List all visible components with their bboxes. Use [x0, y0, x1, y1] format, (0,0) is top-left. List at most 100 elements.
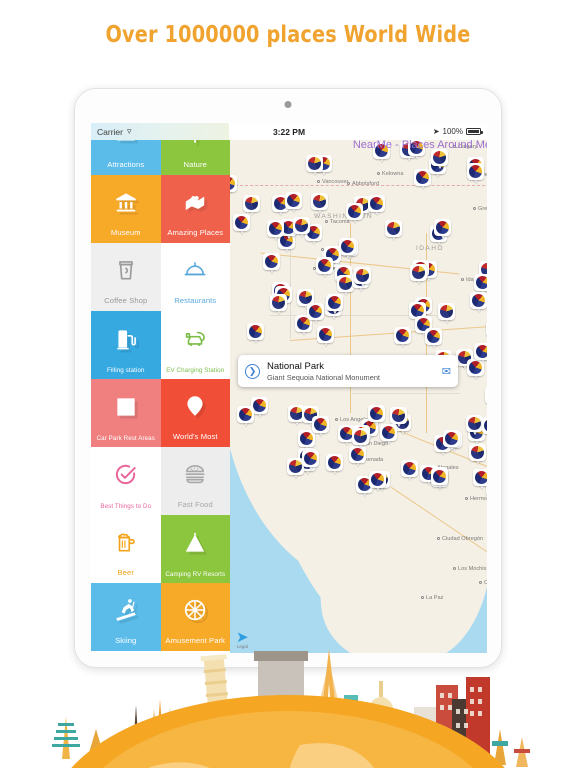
- map-pin-marker[interactable]: [243, 195, 260, 216]
- map-pin-marker[interactable]: [247, 323, 264, 344]
- map-pin-marker[interactable]: [443, 430, 460, 451]
- status-bar-time: 3:22 PM: [272, 126, 306, 137]
- map-city-dot: [437, 537, 440, 540]
- category-tile-camping-rv-resorts[interactable]: Camping RV Resorts: [160, 515, 230, 583]
- map-landmass-mexico: [310, 447, 487, 653]
- map-pin-marker[interactable]: [316, 257, 333, 278]
- map-pin-marker[interactable]: [425, 328, 442, 349]
- map-pin-marker[interactable]: [354, 267, 371, 288]
- map-pin-marker[interactable]: [482, 417, 487, 438]
- map-pin-marker[interactable]: [311, 193, 328, 214]
- map-pin-marker[interactable]: [307, 303, 324, 324]
- map-pin-marker[interactable]: [326, 454, 343, 475]
- map-pin-marker[interactable]: [285, 192, 302, 213]
- map-pin-marker[interactable]: [434, 219, 451, 240]
- map-city-dot: [473, 207, 476, 210]
- map-callout[interactable]: ❯ National Park Giant Sequoia National M…: [238, 355, 458, 387]
- category-tile-best-things-to-do[interactable]: Best Things to Do: [91, 447, 161, 515]
- map-pin-marker[interactable]: [267, 220, 284, 241]
- map-pin-marker[interactable]: [346, 203, 363, 224]
- map-pin-marker[interactable]: [394, 327, 411, 348]
- map-pin-marker[interactable]: [380, 424, 397, 445]
- tile-icon-wrap: [91, 175, 161, 229]
- map-pin-marker[interactable]: [352, 428, 369, 449]
- category-tile-coffee-shop[interactable]: Coffee Shop: [91, 243, 161, 311]
- map-pin-marker[interactable]: [466, 415, 483, 436]
- map-pin-marker[interactable]: [401, 460, 418, 481]
- tile-label: Skiing: [115, 636, 137, 646]
- fuel-pump-icon: [117, 330, 136, 350]
- map-pin-marker[interactable]: [293, 217, 310, 238]
- map-legal-control[interactable]: ➤ Legal: [236, 630, 249, 649]
- map-pin-marker[interactable]: [486, 320, 487, 341]
- category-panel[interactable]: Attractions Nature Museum Amazing Places Cof…: [91, 123, 230, 653]
- map-pin-marker[interactable]: [237, 406, 254, 427]
- map-pin-marker[interactable]: [469, 444, 486, 465]
- app-title: NearMe - Places Around Me: [352, 139, 487, 151]
- tile-label: Fast Food: [177, 500, 213, 510]
- map-view[interactable]: CalgaryKelownaMedicine HatVancouverAbbot…: [230, 123, 487, 653]
- beer-mug-icon: [117, 533, 135, 552]
- map-pin-marker[interactable]: [233, 214, 250, 235]
- map-pin-marker[interactable]: [473, 469, 487, 490]
- map-city-label: Culiacán: [484, 580, 487, 586]
- navigation-arrow-icon[interactable]: ➤: [236, 630, 249, 645]
- map-pin-marker[interactable]: [431, 468, 448, 489]
- map-pin-marker[interactable]: [230, 175, 237, 196]
- category-tile-ev-charging-station[interactable]: EV Charging Station: [160, 311, 230, 379]
- category-tile-amazing-places[interactable]: Amazing Places: [160, 175, 230, 243]
- tile-label: World's Most: [172, 432, 218, 442]
- map-city-label: Los Mochis: [458, 566, 487, 572]
- tile-label: Restaurants: [174, 296, 217, 306]
- map-pin-marker[interactable]: [312, 416, 329, 437]
- map-pin-marker[interactable]: [470, 292, 487, 313]
- star-pin-icon: [187, 396, 203, 416]
- tile-label: Camping RV Resorts: [165, 570, 226, 578]
- tile-label: Amusement Park: [165, 636, 226, 646]
- map-pin-marker[interactable]: [270, 294, 287, 315]
- chevron-right-circle-icon[interactable]: ❯: [245, 363, 260, 379]
- category-tile-world-s-most[interactable]: World's Most: [160, 379, 230, 447]
- tile-icon-wrap: [91, 447, 161, 503]
- tile-label: Attractions: [107, 160, 145, 170]
- electric-car-icon: [185, 331, 206, 346]
- map-pin-marker[interactable]: [467, 163, 484, 184]
- category-tile-fast-food[interactable]: Fast Food: [160, 447, 230, 515]
- map-pin-marker[interactable]: [474, 343, 487, 364]
- map-pin-marker[interactable]: [438, 303, 455, 324]
- burger-icon: [185, 465, 205, 484]
- category-tile-grid[interactable]: Attractions Nature Museum Amazing Places Cof…: [91, 123, 230, 651]
- map-pin-marker[interactable]: [410, 264, 427, 285]
- category-tile-museum[interactable]: Museum: [91, 175, 161, 243]
- map-city-label: Abbotsford: [352, 181, 380, 187]
- map-pin-marker[interactable]: [368, 405, 385, 426]
- map-pin-marker[interactable]: [349, 446, 366, 467]
- category-tile-beer[interactable]: Beer: [91, 515, 161, 583]
- tile-icon-wrap: [161, 583, 231, 637]
- category-tile-skiing[interactable]: Skiing: [91, 583, 161, 651]
- category-tile-car-park-rest-areas[interactable]: Car Park Rest Areas: [91, 379, 161, 447]
- category-tile-filling-station[interactable]: Filling station: [91, 311, 161, 379]
- map-pin-marker[interactable]: [485, 387, 487, 408]
- legal-label: Legal: [236, 644, 248, 649]
- map-city-dot: [377, 172, 380, 175]
- food-cloche-icon: [184, 262, 206, 276]
- map-pin-marker[interactable]: [306, 155, 323, 176]
- map-pin-marker[interactable]: [326, 294, 343, 315]
- map-pin-marker[interactable]: [317, 326, 334, 347]
- tile-label: Filling station: [106, 366, 145, 374]
- map-pin-marker[interactable]: [368, 195, 385, 216]
- map-pin-marker[interactable]: [339, 238, 356, 259]
- map-pin-marker[interactable]: [385, 220, 402, 241]
- map-city-label: Vancouver: [322, 179, 349, 185]
- map-state-border: [350, 393, 460, 394]
- tile-icon-wrap: [91, 379, 161, 435]
- map-pin-marker[interactable]: [263, 253, 280, 274]
- map-pin-marker[interactable]: [302, 450, 319, 471]
- map-pin-marker[interactable]: [431, 149, 448, 170]
- envelope-icon[interactable]: ✉: [442, 365, 451, 378]
- category-tile-restaurants[interactable]: Restaurants: [160, 243, 230, 311]
- map-pin-marker[interactable]: [369, 471, 386, 492]
- map-city-dot: [453, 567, 456, 570]
- category-tile-amusement-park[interactable]: Amusement Park: [160, 583, 231, 651]
